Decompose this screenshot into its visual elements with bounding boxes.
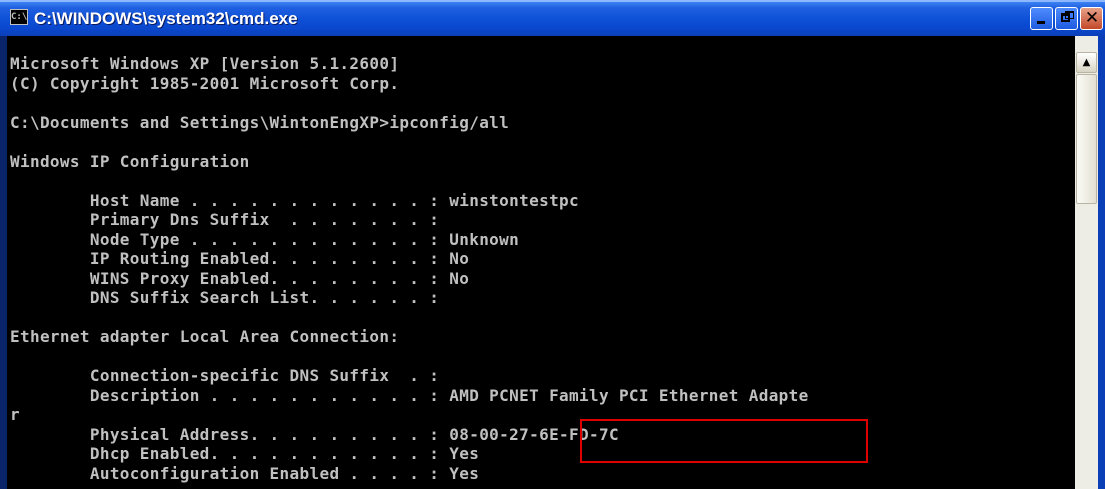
console-line: Host Name . . . . . . . . . . . . : wins… (10, 190, 580, 210)
console-line: Autoconfiguration Enabled . . . . : Yes (10, 463, 480, 483)
maximize-button[interactable] (1055, 7, 1078, 30)
console-line: Primary Dns Suffix . . . . . . . : (10, 210, 440, 229)
cmd-icon[interactable]: C:\ (10, 9, 28, 25)
console-line: Dhcp Enabled. . . . . . . . . . . : Yes (10, 444, 480, 463)
console-line: Microsoft Windows XP [Version 5.1.2600] (10, 54, 400, 73)
console-output-area[interactable]: Microsoft Windows XP [Version 5.1.2600] … (7, 36, 1075, 489)
console-line: DNS Suffix Search List. . . . . . : (10, 288, 440, 307)
window-frame-right (1098, 36, 1105, 489)
console-line: Node Type . . . . . . . . . . . . : Unkn… (10, 229, 520, 249)
console-line: C:\Documents and Settings\WintonEngXP>ip… (10, 112, 510, 132)
minimize-icon (1037, 21, 1045, 24)
close-button[interactable]: ✕ (1080, 7, 1103, 30)
console-line: IP Routing Enabled. . . . . . . . : No (10, 249, 470, 268)
cmd-window: C:\ C:\WINDOWS\system32\cmd.exe ✕ Micros… (0, 0, 1105, 489)
scroll-thumb[interactable] (1076, 74, 1097, 204)
minimize-button[interactable] (1030, 7, 1053, 30)
console-line: r (10, 405, 20, 424)
close-icon: ✕ (1084, 8, 1100, 28)
scroll-up-arrow-icon[interactable]: ▲ (1076, 52, 1097, 73)
window-title: C:\WINDOWS\system32\cmd.exe (34, 9, 298, 28)
console-line: Description . . . . . . . . . . . : AMD … (10, 385, 809, 405)
console-line: Windows IP Configuration (10, 151, 250, 171)
console-line: WINS Proxy Enabled. . . . . . . . : No (10, 268, 470, 288)
console-line: Physical Address. . . . . . . . . : 08-0… (10, 424, 619, 444)
console-line: (C) Copyright 1985-2001 Microsoft Corp. (10, 73, 400, 93)
title-bar[interactable]: C:\ C:\WINDOWS\system32\cmd.exe ✕ (0, 0, 1105, 36)
console-line: Ethernet adapter Local Area Connection: (10, 327, 400, 346)
physical-address-highlight-box (580, 419, 868, 463)
maximize-icon (1061, 13, 1070, 22)
console-line: Connection-specific DNS Suffix . : (10, 366, 440, 385)
vertical-scrollbar[interactable]: ▲ (1075, 36, 1098, 489)
